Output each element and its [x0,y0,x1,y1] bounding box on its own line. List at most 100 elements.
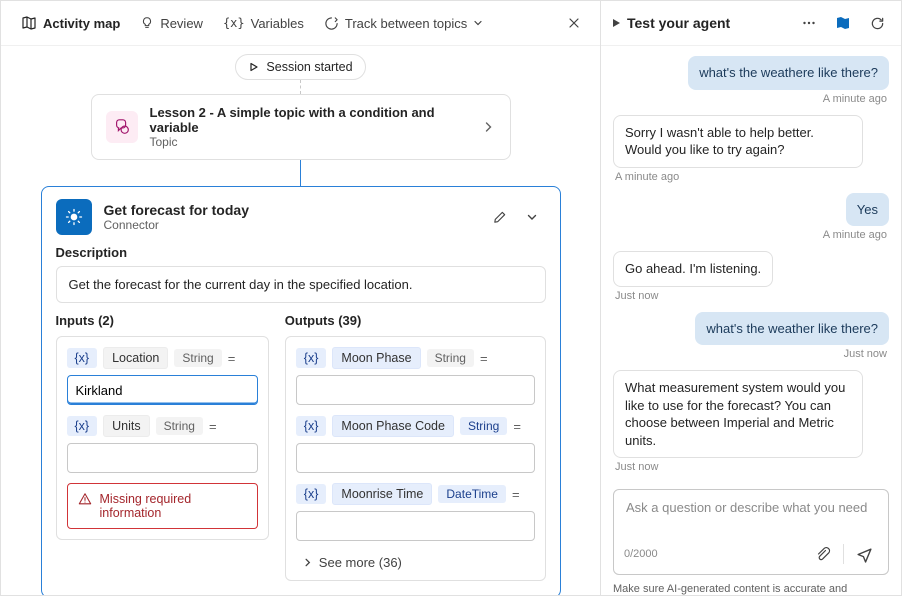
close-icon [567,16,581,30]
timestamp: Just now [615,290,658,302]
timestamp: Just now [615,461,658,473]
type-pill: String [156,417,203,435]
equals-sign: = [480,351,488,366]
error-box: Missing required information [67,483,258,529]
input-name: Location [103,347,168,369]
timestamp: A minute ago [823,93,887,105]
refresh-button[interactable] [863,9,891,37]
char-count: 0/2000 [624,548,658,560]
chat-message-user: what's the weathere like there? A minute… [613,56,889,111]
topic-title: Lesson 2 - A simple topic with a conditi… [150,105,468,135]
variable-icon: {x} [223,16,245,30]
compose-box: 0/2000 [613,489,889,575]
send-button[interactable] [850,540,878,568]
map-toggle-button[interactable] [829,9,857,37]
equals-sign: = [209,419,217,434]
pill-label: Session started [266,60,352,74]
inputs-frame: {x} Location String = {x} [56,336,269,540]
collapse-connector-button[interactable] [518,203,546,231]
test-panel: Test your agent what's the weathere like… [601,1,901,595]
units-input[interactable] [67,443,258,473]
error-text: Missing required information [100,492,247,520]
chat-message-user: what's the weather like there? Just now [613,312,889,367]
variable-badge: {x} [296,348,327,368]
tab-variables[interactable]: {x} Variables [215,12,312,35]
paperclip-icon [815,546,831,562]
type-pill: String [460,417,507,435]
refresh-icon [870,16,885,31]
connector-title: Get forecast for today [104,202,474,218]
message-bubble: Yes [846,193,889,227]
chat-message-user: Yes A minute ago [613,193,889,248]
variable-badge: {x} [67,348,98,368]
tab-track-between-topics[interactable]: Track between topics [316,12,491,35]
equals-sign: = [513,419,521,434]
connector-card: Get forecast for today Connector [41,186,561,595]
warning-icon [78,492,92,506]
attach-button[interactable] [809,540,837,568]
chevron-right-icon [482,121,494,133]
track-icon [324,16,339,31]
description-text: Get the forecast for the current day in … [56,266,546,303]
tab-label: Activity map [43,16,120,31]
tab-label: Review [160,16,203,31]
more-horizontal-icon [801,15,817,31]
left-toolbar: Activity map Review {x} Variables Track … [1,1,600,46]
close-left-tool-button[interactable] [560,9,588,37]
equals-sign: = [512,487,520,502]
timestamp: A minute ago [615,171,679,183]
location-input[interactable] [67,375,258,405]
output-value[interactable] [296,443,535,473]
compose-input[interactable] [624,498,878,534]
output-name: Moon Phase Code [332,415,454,437]
chat-message-bot: Go ahead. I'm listening. Just now [613,251,889,308]
test-toolbar: Test your agent [601,1,901,46]
edit-connector-button[interactable] [486,203,514,231]
inputs-label: Inputs (2) [56,313,269,328]
message-bubble: What measurement system would you like t… [613,370,863,458]
message-bubble: what's the weather like there? [695,312,889,346]
output-value[interactable] [296,511,535,541]
see-more-label: See more (36) [319,555,402,570]
variable-badge: {x} [296,416,327,436]
expand-topic-button[interactable] [480,119,496,135]
canvas-panel: Activity map Review {x} Variables Track … [1,1,601,595]
see-more-outputs[interactable]: See more (36) [302,555,535,570]
chat-message-bot: Sorry I wasn't able to help better. Woul… [613,115,889,189]
session-started-pill: Session started [235,54,365,80]
more-button[interactable] [795,9,823,37]
send-icon [856,546,873,563]
connector-subtitle: Connector [104,218,474,232]
topic-icon [106,111,138,143]
type-pill: String [174,349,221,367]
timestamp: A minute ago [823,229,887,241]
output-value[interactable] [296,375,535,405]
tab-activity-map[interactable]: Activity map [13,11,128,35]
type-pill: String [427,349,474,367]
ai-disclaimer: Make sure AI-generated content is accura… [601,577,901,595]
description-label: Description [56,245,546,260]
tab-label: Variables [251,16,304,31]
chat-message-bot: What measurement system would you like t… [613,370,889,479]
tab-label: Track between topics [345,16,467,31]
message-bubble: what's the weathere like there? [688,56,889,90]
variable-badge: {x} [296,484,327,504]
chat-transcript[interactable]: what's the weathere like there? A minute… [601,46,901,479]
input-name: Units [103,415,149,437]
flow-canvas[interactable]: Session started Lesson 2 - A simple topi… [1,46,600,595]
equals-sign: = [228,351,236,366]
tab-review[interactable]: Review [132,12,211,35]
play-icon [248,61,260,73]
timestamp: Just now [844,348,887,360]
outputs-label: Outputs (39) [285,313,546,328]
variable-badge: {x} [67,416,98,436]
map-icon [21,15,37,31]
map-icon [835,15,851,31]
topic-node[interactable]: Lesson 2 - A simple topic with a conditi… [91,94,511,160]
topic-subtitle: Topic [150,135,468,149]
weather-icon [56,199,92,235]
test-title: Test your agent [627,15,789,31]
outputs-frame: {x} Moon Phase String = {x} [285,336,546,581]
app-root: Activity map Review {x} Variables Track … [0,0,902,596]
message-bubble: Go ahead. I'm listening. [613,251,773,287]
